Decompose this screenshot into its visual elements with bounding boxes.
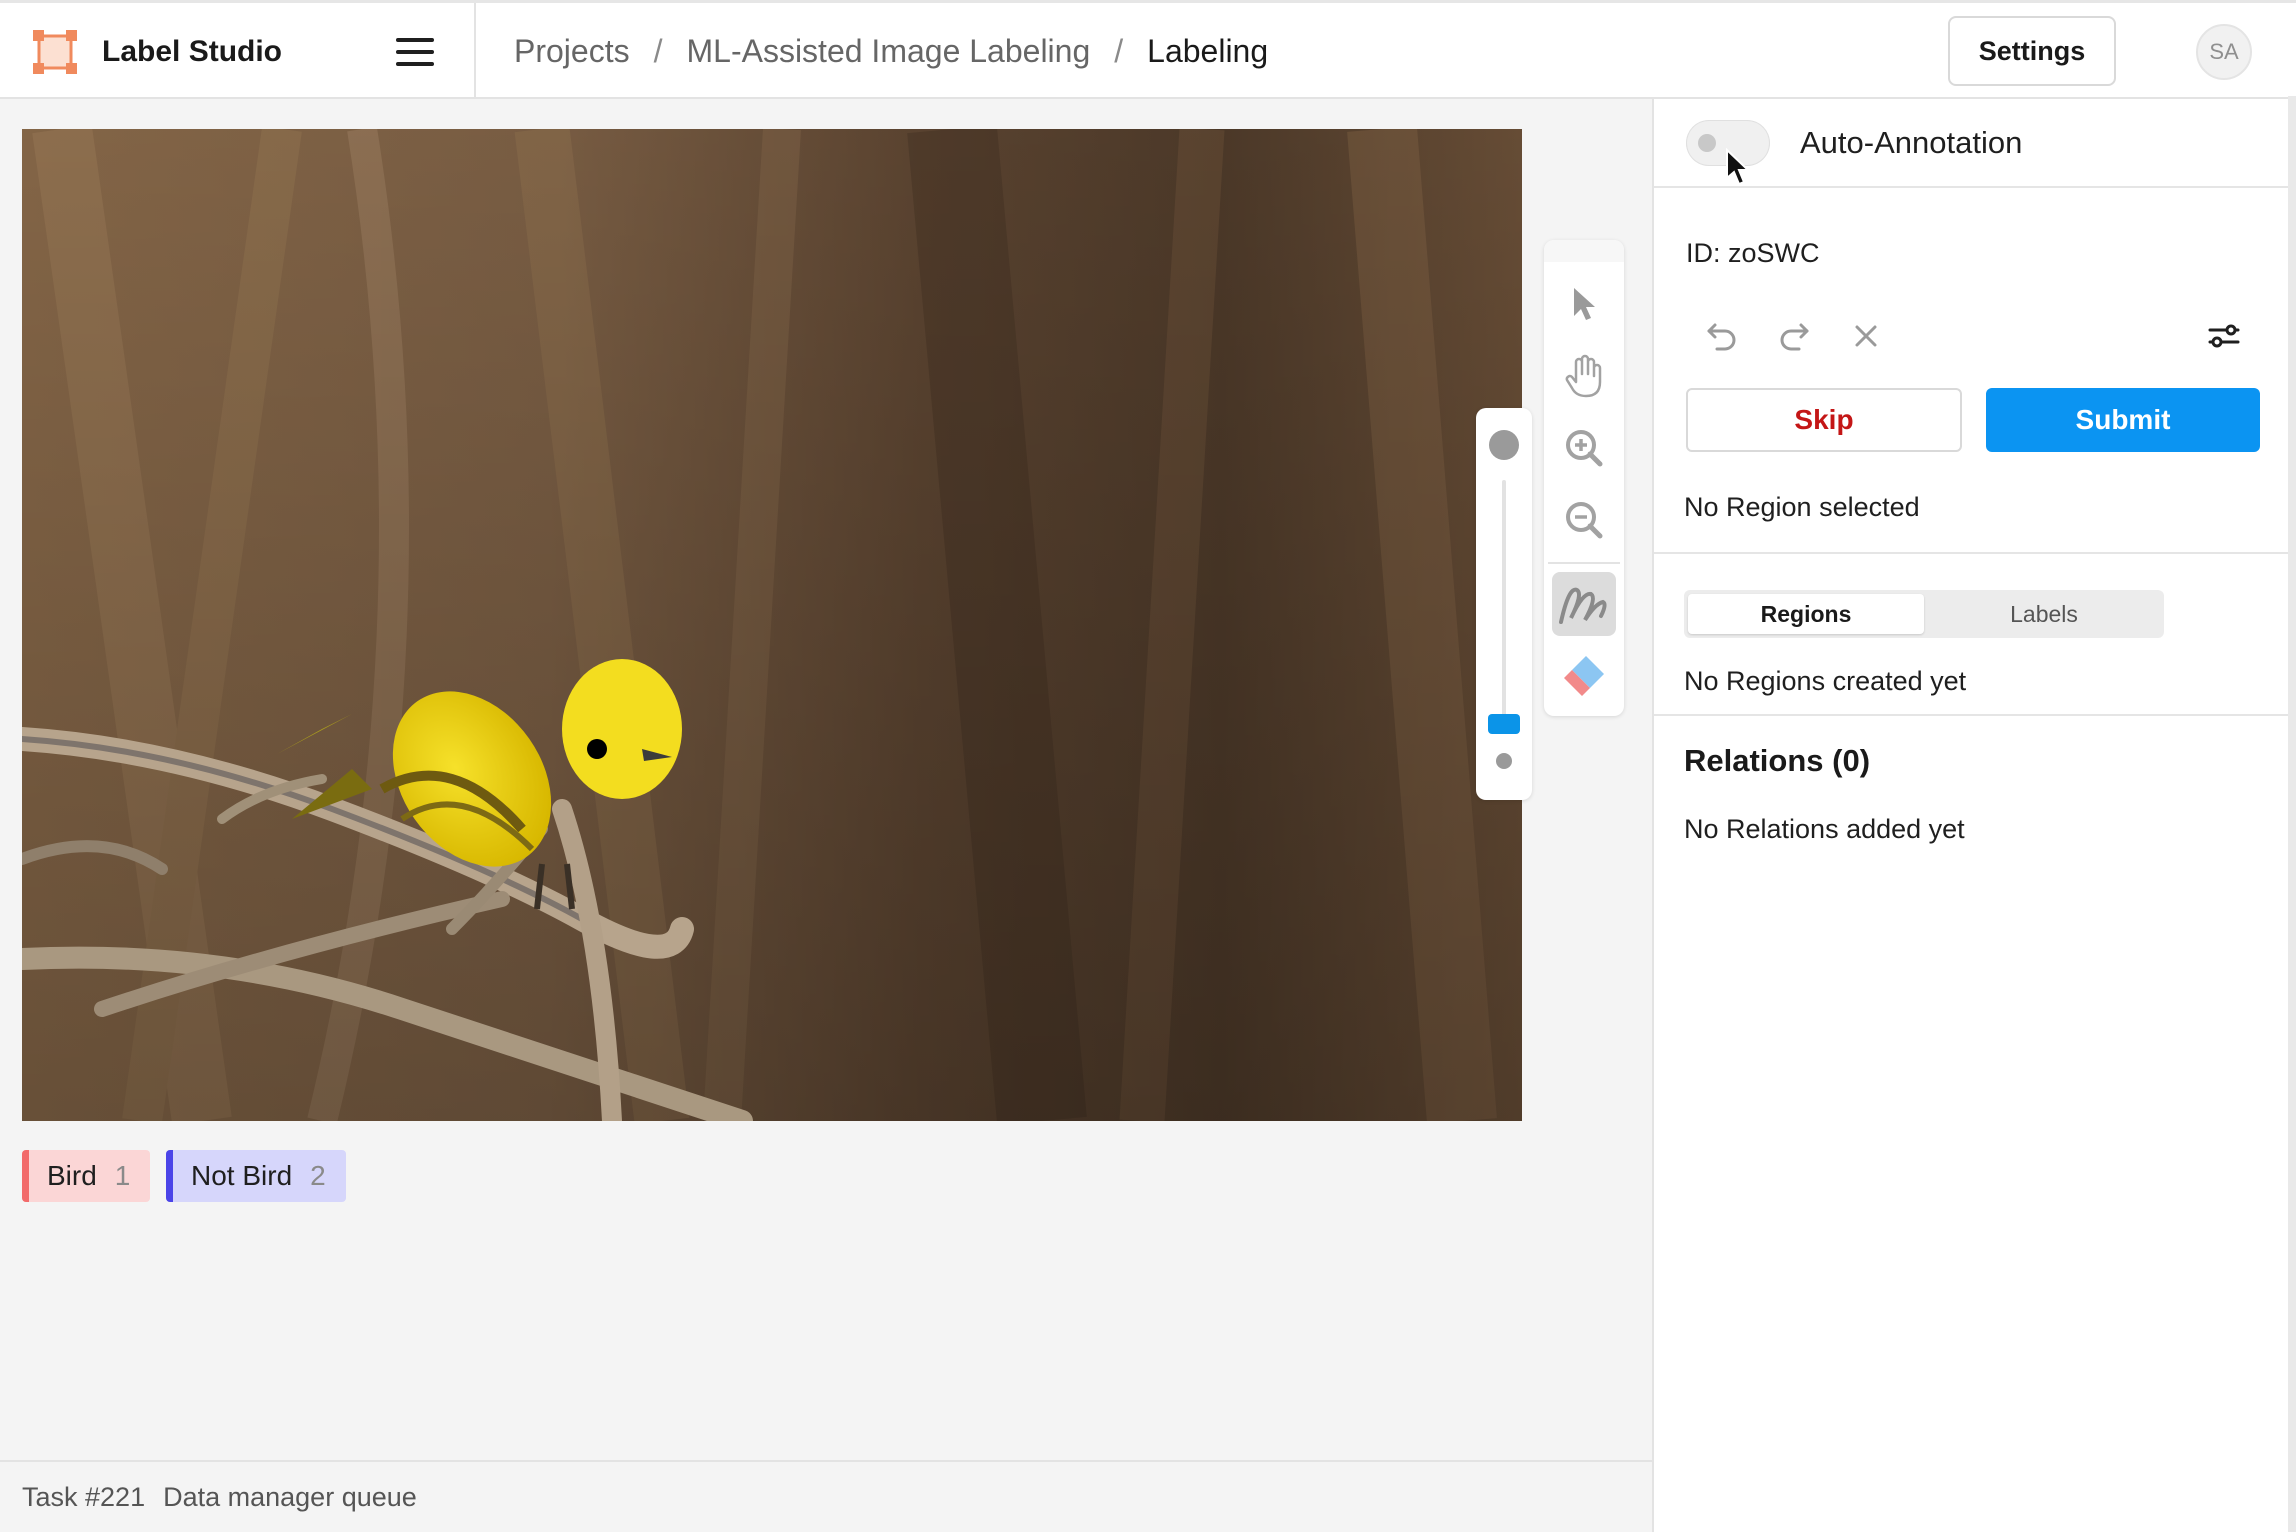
- zoom-min-indicator: [1496, 753, 1512, 769]
- panel-divider: [1654, 552, 2288, 554]
- auto-annotation-label: Auto-Annotation: [1800, 125, 2023, 160]
- breadcrumb-project[interactable]: ML-Assisted Image Labeling: [686, 28, 1090, 74]
- region-status: No Region selected: [1684, 492, 1920, 522]
- avatar[interactable]: SA: [2196, 24, 2252, 80]
- clear-icon[interactable]: [1842, 312, 1890, 360]
- task-id: Task #221: [22, 1481, 146, 1512]
- redo-icon[interactable]: [1770, 312, 1818, 360]
- tool-panel-handle[interactable]: [1544, 240, 1624, 262]
- brush-stroke-icon[interactable]: [1552, 572, 1616, 636]
- skip-button[interactable]: Skip: [1686, 388, 1962, 452]
- label-color-bar: [22, 1150, 29, 1202]
- header-divider: [474, 3, 476, 99]
- breadcrumb-projects[interactable]: Projects: [514, 28, 630, 74]
- label-chip-not-bird[interactable]: Not Bird 2: [166, 1150, 346, 1202]
- panel-divider: [1654, 186, 2288, 188]
- zoom-slider-handle[interactable]: [1488, 714, 1520, 734]
- label-studio-logo-icon: [32, 29, 78, 75]
- annotation-image[interactable]: [22, 129, 1522, 1121]
- tool-separator: [1548, 562, 1620, 564]
- label-name: Bird: [47, 1160, 97, 1191]
- panel-tabs: Regions Labels: [1684, 590, 2164, 638]
- cursor-arrow-icon[interactable]: [1552, 272, 1616, 336]
- hamburger-menu-icon[interactable]: [396, 36, 434, 68]
- app-title[interactable]: Label Studio: [102, 30, 282, 74]
- zoom-max-indicator: [1489, 430, 1519, 460]
- label-hotkey: 1: [114, 1160, 131, 1191]
- label-name: Not Bird: [191, 1160, 293, 1191]
- zoom-in-icon[interactable]: [1552, 416, 1616, 480]
- annotation-id: ID: zoSWC: [1686, 238, 1820, 268]
- label-color-bar: [166, 1150, 173, 1202]
- breadcrumb-separator: /: [653, 33, 663, 69]
- label-hotkey: 2: [310, 1160, 326, 1191]
- toggle-knob: [1698, 134, 1716, 152]
- relations-title: Relations (0): [1684, 743, 1871, 778]
- relations-empty-message: No Relations added yet: [1684, 814, 1965, 844]
- mouse-pointer-icon: [1724, 147, 1751, 188]
- window-edge: [2288, 96, 2296, 1532]
- zoom-slider-track[interactable]: [1502, 480, 1506, 720]
- label-chip-bird[interactable]: Bird 1: [22, 1150, 150, 1202]
- task-status-bar: Task #221 Data manager queue: [0, 1460, 1652, 1532]
- hand-icon[interactable]: [1552, 344, 1616, 408]
- panel-divider: [1654, 714, 2288, 716]
- breadcrumb: Projects / ML-Assisted Image Labeling / …: [514, 28, 1268, 74]
- tab-labels[interactable]: Labels: [1928, 594, 2160, 634]
- breadcrumb-current: Labeling: [1147, 33, 1269, 69]
- zoom-out-icon[interactable]: [1552, 488, 1616, 552]
- regions-empty-message: No Regions created yet: [1684, 666, 1967, 696]
- task-queue: Data manager queue: [163, 1481, 417, 1512]
- tab-regions[interactable]: Regions: [1688, 594, 1924, 634]
- settings-button[interactable]: Settings: [1948, 16, 2116, 86]
- settings-sliders-icon[interactable]: [2200, 312, 2248, 360]
- eraser-icon[interactable]: [1552, 644, 1616, 708]
- breadcrumb-separator: /: [1114, 33, 1124, 69]
- undo-icon[interactable]: [1698, 312, 1746, 360]
- submit-button[interactable]: Submit: [1986, 388, 2260, 452]
